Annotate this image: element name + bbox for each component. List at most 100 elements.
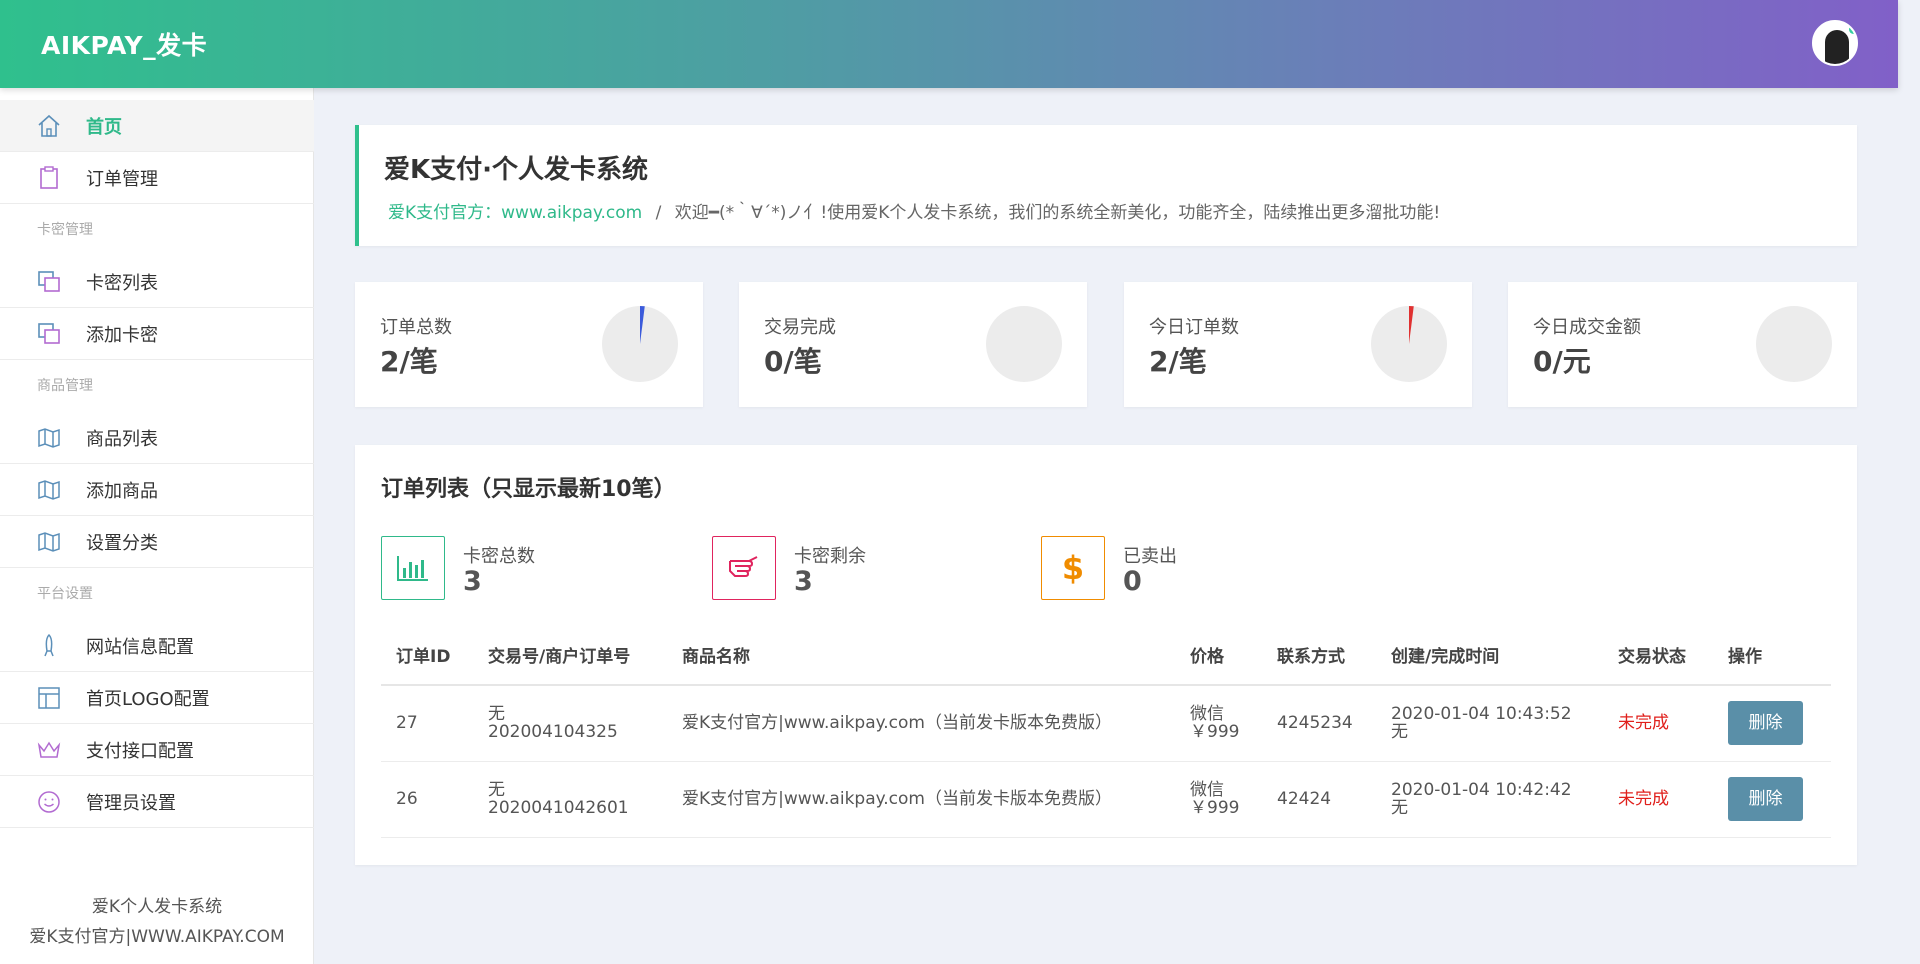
sidebar-footer-link[interactable]: 爱K支付官方|WWW.AIKPAY.COM <box>0 922 314 947</box>
sidebar-item-label: 订单管理 <box>86 168 158 190</box>
stat-pie-chart <box>1371 306 1447 382</box>
merchant-no: 202004104325 <box>488 722 618 743</box>
home-icon <box>38 114 60 137</box>
copy-icon <box>38 323 60 344</box>
map-icon <box>38 428 60 448</box>
smile-icon <box>38 791 60 813</box>
pie-background <box>1756 306 1832 382</box>
sidebar-item-logo-config[interactable]: 首页LOGO配置 <box>0 672 314 724</box>
sidebar-item-label: 设置分类 <box>86 532 158 554</box>
col-time: 创建/完成时间 <box>1376 625 1603 686</box>
cell-product: 爱K支付官方|www.aikpay.com（当前发卡版本免费版） <box>667 761 1175 838</box>
stat-label: 交易完成 <box>764 317 836 338</box>
delete-button[interactable]: 删除 <box>1728 777 1803 821</box>
stat-label: 今日成交金额 <box>1533 317 1641 338</box>
cell-product: 爱K支付官方|www.aikpay.com（当前发卡版本免费版） <box>667 685 1175 762</box>
pie-background <box>986 306 1062 382</box>
stat-card-total-orders: 订单总数 2/笔 <box>355 282 703 407</box>
created-time: 2020-01-04 10:42:42 <box>1391 780 1572 800</box>
delete-button[interactable]: 删除 <box>1728 701 1803 746</box>
stat-value: 2/笔 <box>1149 345 1207 378</box>
sidebar-item-product-list[interactable]: 商品列表 <box>0 412 314 464</box>
copy-icon <box>38 271 60 292</box>
col-product: 商品名称 <box>667 625 1175 686</box>
cell-time: 2020-01-04 10:42:42 无 <box>1376 761 1603 838</box>
summary-total-cards: 卡密总数 3 <box>381 536 681 602</box>
stat-label: 订单总数 <box>380 317 452 338</box>
col-price: 价格 <box>1175 625 1262 686</box>
cell-order-id: 26 <box>381 761 473 838</box>
summary-label: 卡密总数 <box>463 546 535 567</box>
sidebar-item-payment-config[interactable]: 支付接口配置 <box>0 724 314 776</box>
trade-no: 无 <box>488 704 505 725</box>
welcome-card: 爱K支付·个人发卡系统 爱K支付官方：www.aikpay.com / 欢迎━(… <box>355 125 1857 246</box>
map-icon <box>38 532 60 552</box>
welcome-title: 爱K支付·个人发卡系统 <box>384 155 649 185</box>
sidebar-item-card-list[interactable]: 卡密列表 <box>0 256 314 308</box>
welcome-message: 欢迎━(*｀∀´*)ノ亻!使用爱K个人发卡系统，我们的系统全新美化，功能齐全，陆… <box>674 203 1441 223</box>
sidebar-item-home[interactable]: 首页 <box>0 100 314 152</box>
summary-label: 已卖出 <box>1123 546 1177 567</box>
stat-value: 0/元 <box>1533 345 1591 378</box>
cell-price: 微信 ￥999 <box>1175 685 1262 762</box>
sidebar-item-label: 首页LOGO配置 <box>86 688 210 710</box>
sidebar-item-label: 卡密列表 <box>86 272 158 294</box>
user-avatar[interactable] <box>1812 20 1858 66</box>
nav-group-product-management: 商品管理 <box>37 378 93 394</box>
summary-icon-box <box>381 536 445 600</box>
official-site-link[interactable]: 爱K支付官方：www.aikpay.com <box>388 203 642 223</box>
sidebar-item-label: 管理员设置 <box>86 792 176 814</box>
stat-pie-chart <box>602 306 678 382</box>
summary-sold: $ 已卖出 0 <box>1041 536 1341 602</box>
stat-card-today-amount: 今日成交金额 0/元 <box>1508 282 1857 407</box>
cell-status: 未完成 <box>1603 685 1713 762</box>
sidebar-item-label: 首页 <box>86 116 122 138</box>
sidebar-item-label: 网站信息配置 <box>86 636 194 658</box>
sidebar-item-add-card[interactable]: 添加卡密 <box>0 308 314 360</box>
cell-trade-no: 无 2020041042601 <box>473 761 667 838</box>
sidebar-footer-title: 爱K个人发卡系统 <box>91 897 223 917</box>
table-row: 26 无 2020041042601 爱K支付官方|www.aikpay.com（… <box>381 761 1831 838</box>
stat-label: 今日订单数 <box>1149 317 1239 338</box>
cell-contact: 4245234 <box>1262 685 1376 762</box>
cell-order-id: 27 <box>381 685 473 762</box>
merchant-no: 2020041042601 <box>488 798 629 818</box>
stat-pie-chart <box>1756 306 1832 382</box>
orders-card: 订单列表（只显示最新10笔） 卡密总数 3 卡密剩余 3 $ 已卖出 0 订单I… <box>355 445 1857 865</box>
pay-method: 微信 <box>1190 704 1224 725</box>
sidebar-item-category-settings[interactable]: 设置分类 <box>0 516 314 568</box>
col-action: 操作 <box>1713 625 1831 686</box>
brand-logo[interactable]: AIKPAY_发卡 <box>41 26 207 62</box>
welcome-subtitle: 爱K支付官方：www.aikpay.com / 欢迎━(*｀∀´*)ノ亻!使用爱… <box>388 198 1440 223</box>
finished-time: 无 <box>1391 798 1408 818</box>
sidebar-item-orders[interactable]: 订单管理 <box>0 152 314 204</box>
stat-card-today-orders: 今日订单数 2/笔 <box>1124 282 1472 407</box>
sidebar-item-add-product[interactable]: 添加商品 <box>0 464 314 516</box>
cell-contact: 42424 <box>1262 761 1376 838</box>
cell-action: 删除 <box>1713 761 1831 838</box>
stat-value: 0/笔 <box>764 345 822 378</box>
stat-pie-chart <box>986 306 1062 382</box>
pointing-hand-icon <box>729 556 758 577</box>
cell-time: 2020-01-04 10:43:52 无 <box>1376 685 1603 762</box>
cell-action: 删除 <box>1713 685 1831 762</box>
created-time: 2020-01-04 10:43:52 <box>1391 704 1572 725</box>
summary-label: 卡密剩余 <box>794 546 866 567</box>
stat-card-completed: 交易完成 0/笔 <box>739 282 1087 407</box>
finished-time: 无 <box>1391 722 1408 743</box>
cell-status: 未完成 <box>1603 761 1713 838</box>
sidebar-item-site-info[interactable]: 网站信息配置 <box>0 620 314 672</box>
col-order-id: 订单ID <box>381 625 473 686</box>
crown-icon <box>37 741 61 758</box>
cell-price: 微信 ￥999 <box>1175 761 1262 838</box>
summary-value: 3 <box>794 566 813 597</box>
sidebar-item-label: 添加卡密 <box>86 324 158 346</box>
trade-no: 无 <box>488 780 505 800</box>
sidebar-item-label: 添加商品 <box>86 480 158 502</box>
col-trade-no: 交易号/商户订单号 <box>473 625 667 686</box>
online-status-dot <box>1849 25 1856 34</box>
orders-title: 订单列表（只显示最新10笔） <box>381 477 676 502</box>
col-contact: 联系方式 <box>1262 625 1376 686</box>
price: ￥999 <box>1190 722 1240 743</box>
sidebar-item-admin-settings[interactable]: 管理员设置 <box>0 776 314 828</box>
